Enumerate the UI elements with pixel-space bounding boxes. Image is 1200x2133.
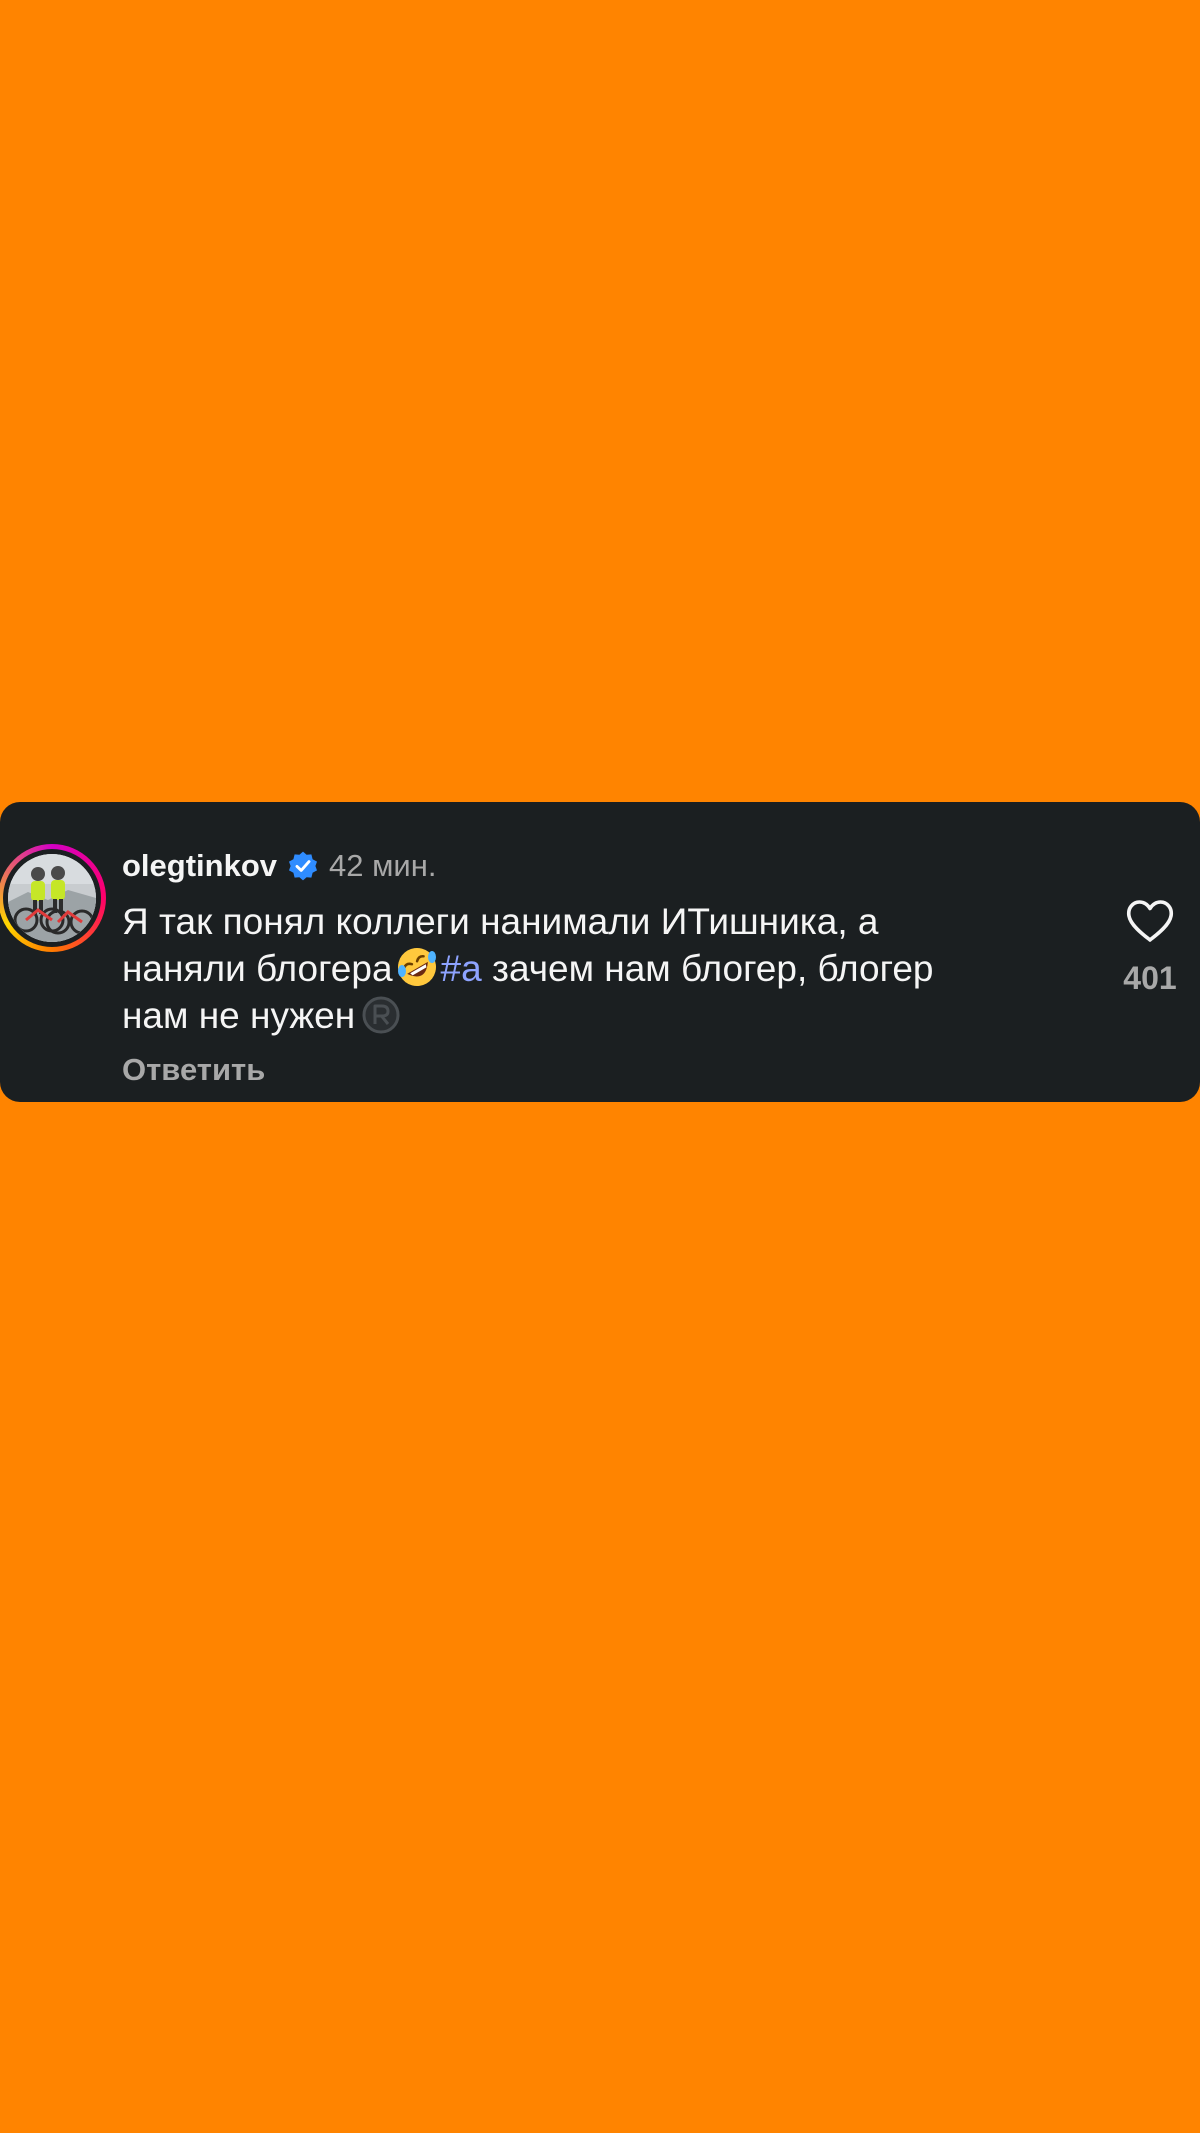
like-block: 401 — [1110, 898, 1190, 997]
like-count: 401 — [1123, 960, 1177, 996]
hashtag-link[interactable]: #а — [441, 948, 482, 989]
comment-line-2: наняли блогера #а зачем нам блогер, блог… — [122, 945, 1082, 992]
verified-badge-icon — [289, 851, 318, 881]
story-ring[interactable] — [0, 844, 106, 952]
comment-text-after-hashtag: зачем нам блогер, блогер — [481, 948, 934, 989]
comment-header: olegtinkov 42 мин. — [122, 844, 436, 888]
heart-icon[interactable] — [1125, 898, 1175, 944]
rolling-on-floor-laughing-emoji-icon — [397, 948, 436, 986]
username[interactable]: olegtinkov — [122, 848, 277, 884]
avatar-gap — [3, 849, 101, 947]
comment-line-1: Я так понял коллеги нанимали ИТишника, а — [122, 901, 879, 942]
comment-text: Я так понял коллеги нанимали ИТишника, а… — [122, 898, 1082, 1039]
comment-text-end: нам не нужен — [122, 995, 356, 1036]
reply-button[interactable]: Ответить — [122, 1052, 265, 1088]
registered-sign-icon — [362, 996, 400, 1034]
avatar-cyclists-photo — [8, 854, 96, 942]
comment-card: olegtinkov 42 мин. Я так понял коллеги н… — [0, 802, 1200, 1102]
comment-text-before-emoji: наняли блогера — [122, 948, 393, 989]
avatar[interactable] — [8, 854, 96, 942]
comment-line-3: нам не нужен — [122, 992, 1082, 1039]
comment-time: 42 мин. — [329, 848, 437, 883]
